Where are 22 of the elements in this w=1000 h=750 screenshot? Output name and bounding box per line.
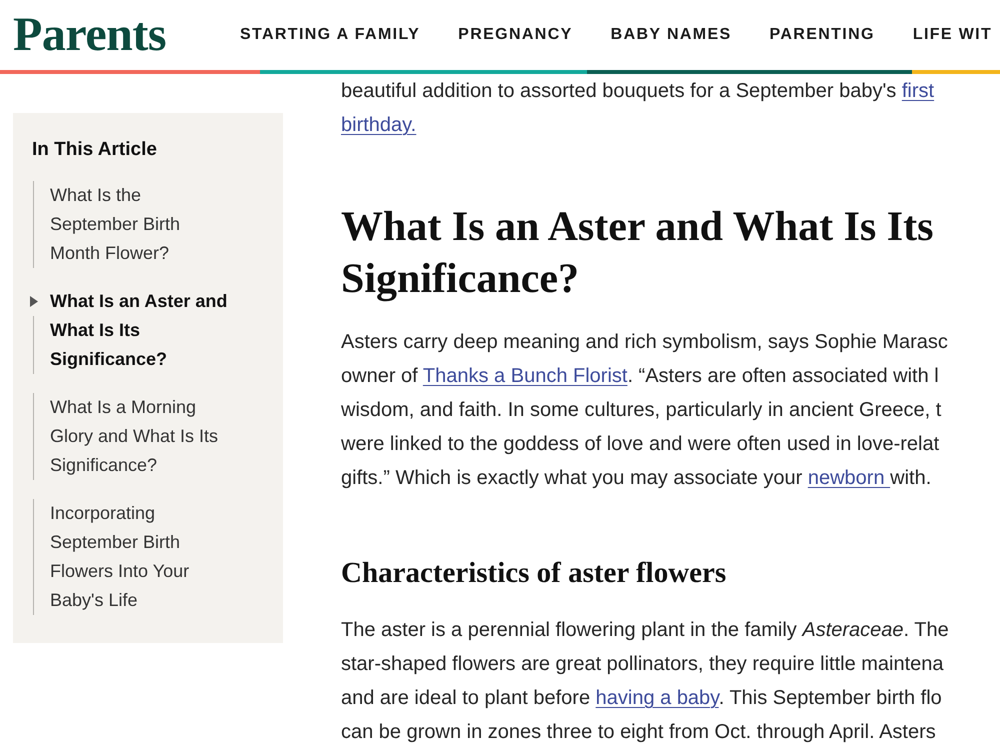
paragraph: The aster is a perennial flowering plant in the family Asteraceae. The star-shaped flowers are great pollinators, they require little maintena and are ideal to plant before having a baby. This September birth flo can be grown in zones three to eight from Oct. through April. Asters [341, 618, 949, 745]
section-heading: What Is an Aster and What Is Its Significance? [341, 203, 934, 304]
paragraph: Asters carry deep meaning and rich symbolism, says Sophie Marasc owner of Thanks a Bunch Florist. “Asters are often associated with l wisdom, and faith. In some cultures, particularly in ancient Greece, t were linked to the goddess of love and were often used in love-relat gifts.” Which is exactly what you may associate your newborn with. [341, 330, 948, 491]
nav-link[interactable]: PARENTING [770, 23, 875, 47]
logo[interactable]: Parents [13, 11, 183, 59]
toc-link[interactable]: Incorporating September Birth Flowers Into Your Baby's Life [50, 499, 230, 615]
text-link[interactable]: birthday. [341, 114, 416, 136]
triangle-icon [30, 296, 38, 307]
subsection-heading: Characteristics of aster flowers [341, 556, 726, 591]
nav-link[interactable]: LIFE WIT [912, 23, 992, 47]
toc-link[interactable]: What Is a Morning Glory and What Is Its Significance? [50, 393, 230, 480]
text-link[interactable]: newborn [808, 467, 890, 489]
toc-heading: In This Article [32, 138, 158, 162]
nav-link[interactable]: STARTING A FAMILY [240, 23, 420, 47]
text-link[interactable]: first [902, 80, 934, 102]
nav-link[interactable]: PREGNANCY [458, 23, 573, 47]
nav-link[interactable]: BABY NAMES [610, 23, 732, 47]
text-link[interactable]: Thanks a Bunch Florist [422, 365, 628, 387]
paragraph: beautiful addition to assorted bouquets for a September baby's first birthday. [341, 79, 934, 138]
toc-link[interactable]: What Is the September Birth Month Flower? [50, 181, 230, 268]
text-link[interactable]: having a baby [596, 687, 719, 709]
toc-link[interactable]: What Is an Aster and What Is Its Significance? [50, 287, 230, 374]
